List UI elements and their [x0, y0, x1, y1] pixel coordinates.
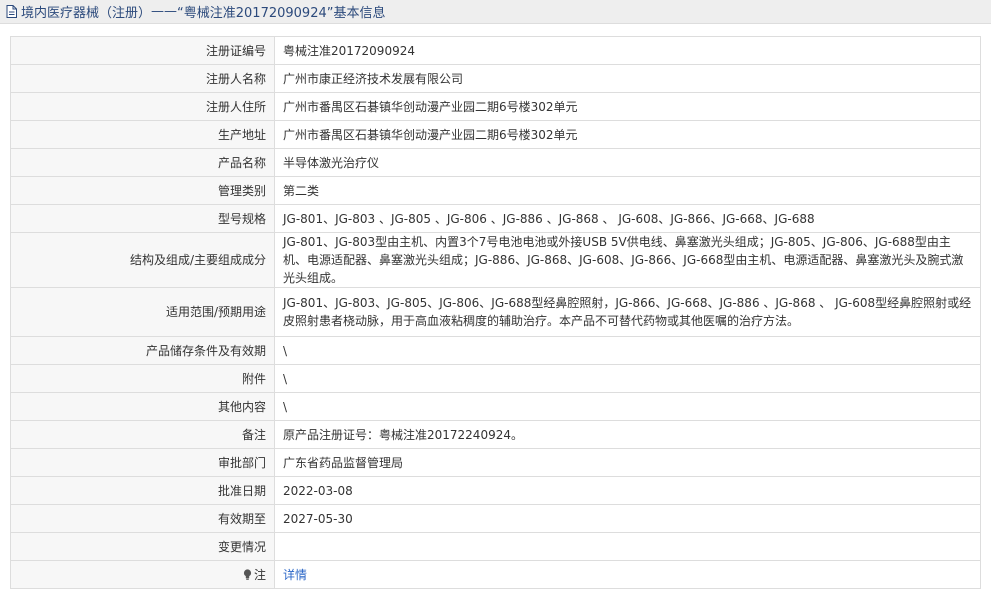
- note-label-cell: 注: [10, 560, 275, 589]
- row-label: 注册证编号: [10, 36, 275, 65]
- row-label: 管理类别: [10, 176, 275, 205]
- row-value: 广州市番禺区石碁镇华创动漫产业园二期6号楼302单元: [274, 92, 981, 121]
- header-title-right: “粤械注准20172090924”基本信息: [177, 6, 386, 21]
- row-value: 广州市康正经济技术发展有限公司: [274, 64, 981, 93]
- row-label: 注册人名称: [10, 64, 275, 93]
- row-label: 结构及组成/主要组成成分: [10, 232, 275, 288]
- row-value: JG-801、JG-803 、JG-805 、JG-806 、JG-886 、J…: [274, 204, 981, 233]
- row-label: 其他内容: [10, 392, 275, 421]
- row-value: 半导体激光治疗仪: [274, 148, 981, 177]
- row-label: 变更情况: [10, 532, 275, 561]
- row-label: 产品储存条件及有效期: [10, 336, 275, 365]
- row-label: 注册人住所: [10, 92, 275, 121]
- row-label: 适用范围/预期用途: [10, 287, 275, 337]
- table-row: 生产地址 广州市番禺区石碁镇华创动漫产业园二期6号楼302单元: [10, 120, 981, 149]
- registration-info-table: 注册证编号 粤械注准20172090924 注册人名称 广州市康正经济技术发展有…: [10, 36, 981, 589]
- table-row: 附件 \: [10, 364, 981, 393]
- row-value: 粤械注准20172090924: [274, 36, 981, 65]
- table-row: 批准日期 2022-03-08: [10, 476, 981, 505]
- table-row: 备注 原产品注册证号：粤械注准20172240924。: [10, 420, 981, 449]
- row-value: JG-801、JG-803型由主机、内置3个7号电池电池或外接USB 5V供电线…: [274, 232, 981, 288]
- table-row: 管理类别 第二类: [10, 176, 981, 205]
- row-value: \: [274, 392, 981, 421]
- table-row: 产品储存条件及有效期 \: [10, 336, 981, 365]
- note-label: 注: [253, 567, 266, 582]
- row-value: 第二类: [274, 176, 981, 205]
- note-value-cell: 详情: [274, 560, 981, 589]
- table-row: 产品名称 半导体激光治疗仪: [10, 148, 981, 177]
- row-value: [274, 532, 981, 561]
- document-icon: [6, 5, 17, 18]
- row-value: 2027-05-30: [274, 504, 981, 533]
- table-row: 注册人住所 广州市番禺区石碁镇华创动漫产业园二期6号楼302单元: [10, 92, 981, 121]
- table-row: 其他内容 \: [10, 392, 981, 421]
- row-label: 批准日期: [10, 476, 275, 505]
- table-row: 审批部门 广东省药品监督管理局: [10, 448, 981, 477]
- row-label: 备注: [10, 420, 275, 449]
- table-row: 注册证编号 粤械注准20172090924: [10, 36, 981, 65]
- table-row: 适用范围/预期用途 JG-801、JG-803、JG-805、JG-806、JG…: [10, 287, 981, 337]
- header-title-dash: ——: [151, 4, 178, 19]
- row-label: 审批部门: [10, 448, 275, 477]
- lightbulb-icon: [243, 567, 252, 580]
- row-value: 2022-03-08: [274, 476, 981, 505]
- row-value: \: [274, 336, 981, 365]
- details-link[interactable]: 详情: [283, 568, 307, 582]
- row-value: JG-801、JG-803、JG-805、JG-806、JG-688型经鼻腔照射…: [274, 287, 981, 337]
- row-value: 原产品注册证号：粤械注准20172240924。: [274, 420, 981, 449]
- table-row: 注册人名称 广州市康正经济技术发展有限公司: [10, 64, 981, 93]
- row-value: 广东省药品监督管理局: [274, 448, 981, 477]
- row-label: 生产地址: [10, 120, 275, 149]
- table-row: 有效期至 2027-05-30: [10, 504, 981, 533]
- row-value: 广州市番禺区石碁镇华创动漫产业园二期6号楼302单元: [274, 120, 981, 149]
- row-label: 型号规格: [10, 204, 275, 233]
- page-header: 境内医疗器械（注册） —— “粤械注准20172090924”基本信息: [0, 0, 991, 24]
- table-row: 结构及组成/主要组成成分 JG-801、JG-803型由主机、内置3个7号电池电…: [10, 232, 981, 288]
- row-label: 有效期至: [10, 504, 275, 533]
- header-title-left: 境内医疗器械（注册）: [21, 6, 152, 21]
- row-value: \: [274, 364, 981, 393]
- row-label: 附件: [10, 364, 275, 393]
- note-row: 注 详情: [10, 560, 981, 589]
- row-label: 产品名称: [10, 148, 275, 177]
- table-row: 型号规格 JG-801、JG-803 、JG-805 、JG-806 、JG-8…: [10, 204, 981, 233]
- table-row: 变更情况: [10, 532, 981, 561]
